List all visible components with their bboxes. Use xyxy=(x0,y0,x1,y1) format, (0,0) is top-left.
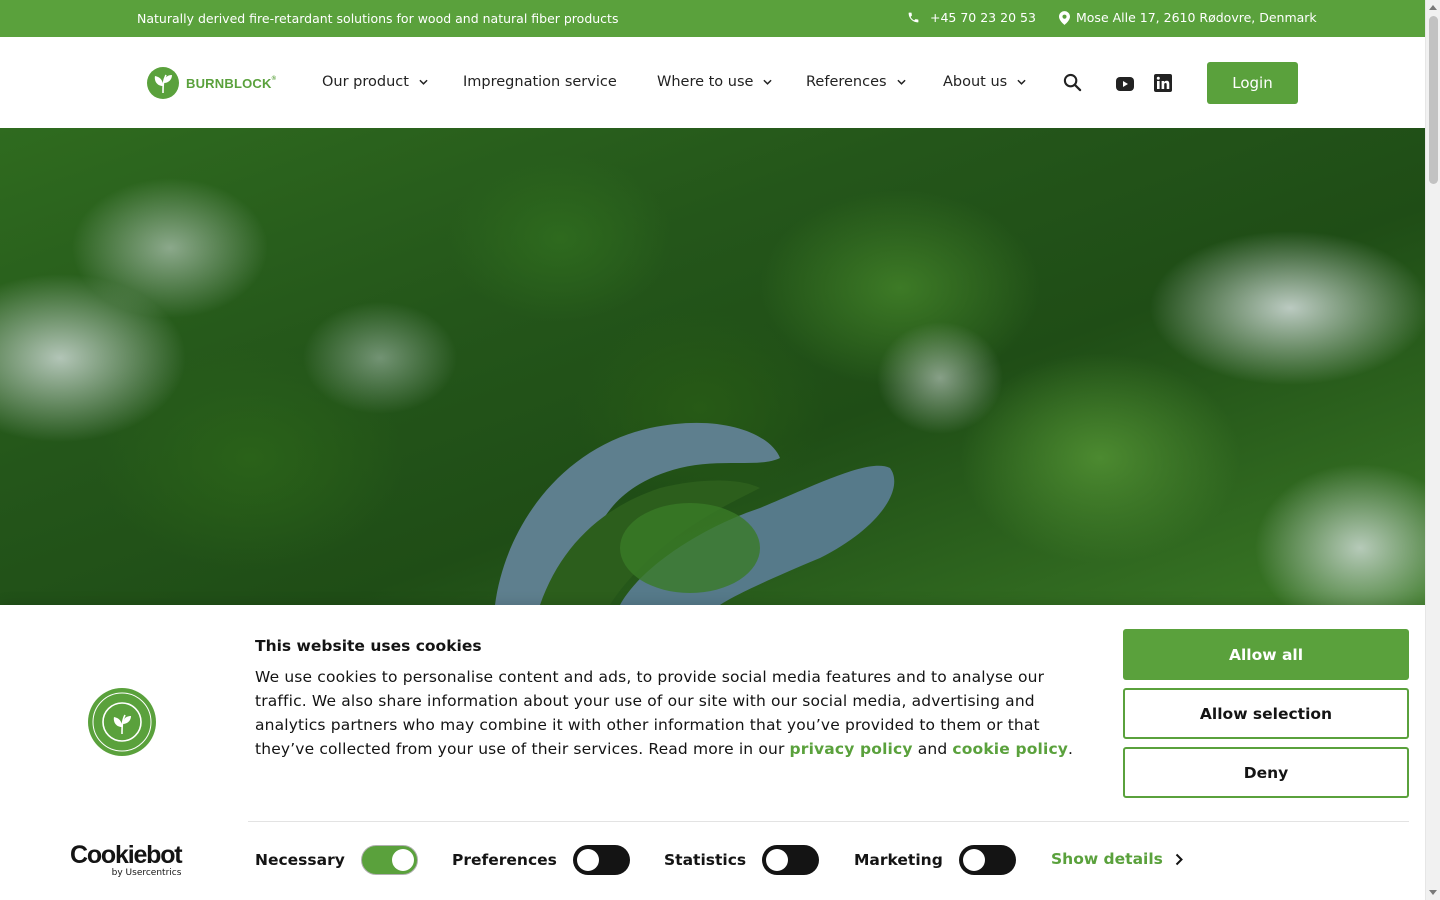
page-scrollbar[interactable] xyxy=(1425,0,1440,900)
address-text: Mose Alle 17, 2610 Rødovre, Denmark xyxy=(1076,10,1317,25)
search-icon xyxy=(1063,73,1082,92)
nav-where-to-use[interactable]: Where to use xyxy=(657,74,773,90)
show-details-link[interactable]: Show details xyxy=(1051,850,1183,868)
chevron-down-icon xyxy=(896,79,906,85)
phone-icon xyxy=(908,12,919,23)
statistics-switch[interactable] xyxy=(762,845,820,875)
scroll-thumb[interactable] xyxy=(1429,16,1438,184)
preferences-switch[interactable] xyxy=(572,845,630,875)
cookie-policy-link[interactable]: cookie policy xyxy=(952,740,1068,758)
nav-label: Impregnation service xyxy=(463,74,617,90)
cookie-divider xyxy=(248,821,1409,822)
allow-selection-button[interactable]: Allow selection xyxy=(1123,688,1409,739)
chevron-down-icon xyxy=(1017,79,1026,85)
cookie-consent-banner: Cookiebot by Usercentrics This website u… xyxy=(0,605,1425,900)
search-button[interactable] xyxy=(1063,73,1082,96)
nav-label: Our product xyxy=(322,74,409,90)
map-pin-icon xyxy=(1059,10,1070,25)
forest-river-illustration xyxy=(495,422,895,605)
linkedin-icon xyxy=(1154,74,1172,92)
toggle-label: Necessary xyxy=(255,851,345,869)
chevron-right-icon xyxy=(1175,853,1183,865)
tagline: Naturally derived fire-retardant solutio… xyxy=(137,11,619,26)
hero-image xyxy=(0,128,1425,605)
leaf-logo-icon xyxy=(147,67,179,99)
youtube-icon xyxy=(1116,77,1134,91)
show-details-label: Show details xyxy=(1051,850,1163,868)
privacy-policy-link[interactable]: privacy policy xyxy=(790,740,913,758)
chevron-down-icon xyxy=(763,79,773,85)
nav-impregnation-service[interactable]: Impregnation service xyxy=(463,74,617,90)
toggle-label: Preferences xyxy=(452,851,557,869)
site-logo[interactable]: BURNBLOCK® xyxy=(146,66,276,100)
necessary-switch[interactable] xyxy=(360,845,418,875)
nav-label: References xyxy=(806,74,887,90)
cookie-and-text: and xyxy=(917,740,948,758)
youtube-link[interactable] xyxy=(1116,76,1134,95)
cookie-title: This website uses cookies xyxy=(255,637,482,655)
logo-text: BURNBLOCK® xyxy=(186,75,277,91)
nav-references[interactable]: References xyxy=(806,74,906,90)
chevron-down-icon xyxy=(419,79,428,85)
marketing-switch[interactable] xyxy=(958,845,1016,875)
address-contact[interactable]: Mose Alle 17, 2610 Rødovre, Denmark xyxy=(1059,10,1317,25)
allow-all-button[interactable]: Allow all xyxy=(1123,629,1409,680)
nav-label: Where to use xyxy=(657,74,754,90)
scroll-up-arrow-icon[interactable] xyxy=(1429,5,1437,10)
toggle-necessary: Necessary xyxy=(255,845,418,875)
nav-our-product[interactable]: Our product xyxy=(322,74,428,90)
login-button[interactable]: Login xyxy=(1207,62,1298,104)
cookie-end-punct: . xyxy=(1068,740,1074,758)
cookiebot-logo[interactable]: Cookiebot by Usercentrics xyxy=(70,841,183,879)
burnblock-inside-badge-graphic xyxy=(88,688,156,756)
cookie-description: We use cookies to personalise content an… xyxy=(255,665,1075,761)
phone-number: +45 70 23 20 53 xyxy=(930,10,1036,25)
nav-label: About us xyxy=(943,74,1008,90)
toggle-label: Statistics xyxy=(664,851,747,869)
cookiebot-wordmark: Cookiebot xyxy=(70,841,183,869)
cookiebot-subtitle: by Usercentrics xyxy=(111,868,182,878)
toggle-marketing: Marketing xyxy=(854,845,1016,875)
linkedin-link[interactable] xyxy=(1154,74,1172,96)
nav-about-us[interactable]: About us xyxy=(943,74,1026,90)
toggle-label: Marketing xyxy=(854,851,943,869)
phone-contact[interactable]: +45 70 23 20 53 xyxy=(907,10,1036,25)
scroll-down-arrow-icon[interactable] xyxy=(1429,890,1437,895)
deny-button[interactable]: Deny xyxy=(1123,747,1409,798)
toggle-preferences: Preferences xyxy=(452,845,630,875)
toggle-statistics: Statistics xyxy=(664,845,820,875)
top-info-bar: Naturally derived fire-retardant solutio… xyxy=(0,0,1425,37)
site-header: BURNBLOCK® Our product Impregnation serv… xyxy=(0,37,1425,128)
burnblock-inside-badge xyxy=(87,687,157,761)
